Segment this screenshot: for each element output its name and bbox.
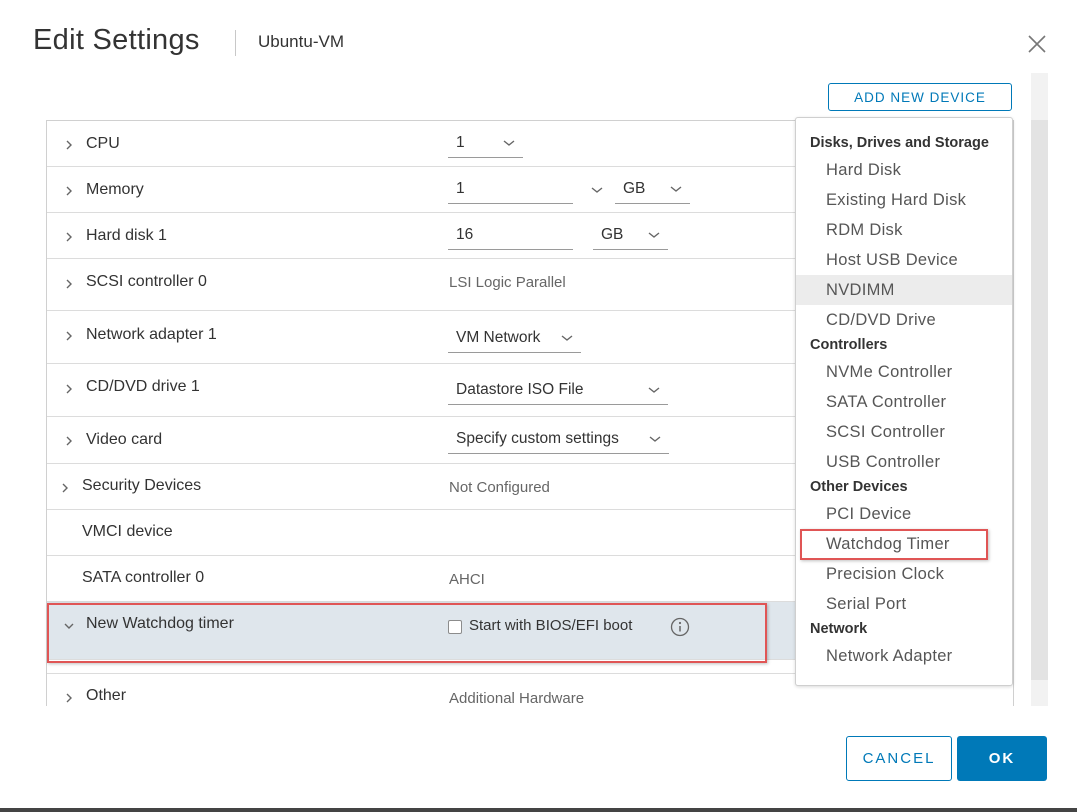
window-bottom-edge (0, 808, 1077, 812)
add-new-device-button[interactable]: ADD NEW DEVICE (828, 83, 1012, 111)
hard-disk-size-input[interactable]: 16 (448, 224, 573, 250)
menu-item-existing-hard-disk[interactable]: Existing Hard Disk (796, 185, 1012, 215)
menu-item-sata-controller[interactable]: SATA Controller (796, 387, 1012, 417)
title-divider (235, 30, 236, 56)
row-value: Additional Hardware (449, 690, 585, 706)
memory-unit-select[interactable]: GB (615, 178, 690, 204)
chevron-right-icon[interactable] (61, 328, 77, 344)
row-label: Memory (86, 181, 144, 198)
dropdown-heading: Other Devices (810, 479, 908, 495)
dropdown-heading: Disks, Drives and Storage (810, 135, 989, 151)
chevron-down-icon[interactable] (590, 185, 604, 195)
add-device-dropdown: Disks, Drives and Storage Hard Disk Exis… (795, 117, 1013, 686)
select-value: Datastore ISO File (456, 381, 584, 398)
menu-item-network-adapter[interactable]: Network Adapter (796, 641, 1012, 671)
row-label: Hard disk 1 (86, 227, 167, 244)
cd-dvd-select[interactable]: Datastore ISO File (448, 379, 668, 405)
row-label: SATA controller 0 (82, 569, 205, 586)
input-value: 16 (456, 226, 474, 243)
chevron-down-icon (503, 140, 515, 146)
menu-item-serial-port[interactable]: Serial Port (796, 589, 1012, 619)
menu-item-usb-controller[interactable]: USB Controller (796, 447, 1012, 477)
hard-disk-unit-select[interactable]: GB (593, 224, 668, 250)
select-value: VM Network (456, 329, 541, 346)
close-icon[interactable] (1026, 33, 1048, 55)
select-value: 1 (456, 134, 465, 151)
chevron-right-icon[interactable] (61, 690, 77, 706)
row-value: AHCI (449, 571, 485, 588)
menu-item-hard-disk[interactable]: Hard Disk (796, 155, 1012, 185)
row-label: Security Devices (82, 477, 202, 494)
dropdown-heading: Network (810, 621, 868, 637)
highlight-box-watchdog-menu-item (800, 529, 988, 560)
chevron-right-icon[interactable] (61, 137, 77, 153)
input-value: 1 (456, 180, 465, 197)
chevron-right-icon[interactable] (61, 229, 77, 245)
chevron-down-icon (648, 387, 660, 393)
memory-input[interactable]: 1 (448, 178, 573, 204)
menu-item-rdm-disk[interactable]: RDM Disk (796, 215, 1012, 245)
chevron-right-icon[interactable] (61, 183, 77, 199)
menu-item-scsi-controller[interactable]: SCSI Controller (796, 417, 1012, 447)
chevron-down-icon (670, 186, 682, 192)
scrollbar-thumb[interactable] (1031, 120, 1048, 680)
chevron-right-icon[interactable] (57, 480, 73, 496)
dropdown-heading: Controllers (810, 337, 888, 353)
chevron-down-icon (649, 436, 661, 442)
cpu-select[interactable]: 1 (448, 132, 523, 158)
row-label: VMCI device (82, 523, 173, 540)
chevron-right-icon[interactable] (61, 276, 77, 292)
row-value: Not Configured (449, 479, 550, 496)
ok-button[interactable]: OK (957, 736, 1047, 781)
dialog-title: Edit Settings (33, 24, 200, 56)
chevron-right-icon[interactable] (61, 433, 77, 449)
row-label: Network adapter 1 (86, 326, 217, 343)
select-value: GB (623, 180, 646, 197)
menu-item-pci-device[interactable]: PCI Device (796, 499, 1012, 529)
menu-item-nvdimm[interactable]: NVDIMM (796, 275, 1012, 305)
row-label: Video card (86, 431, 163, 448)
vm-name: Ubuntu-VM (258, 32, 344, 51)
row-label: CPU (86, 135, 120, 152)
chevron-right-icon[interactable] (61, 381, 77, 397)
row-value: LSI Logic Parallel (449, 274, 566, 291)
menu-item-host-usb-device[interactable]: Host USB Device (796, 245, 1012, 275)
cancel-button[interactable]: CANCEL (846, 736, 952, 781)
chevron-down-icon (648, 232, 660, 238)
row-label: SCSI controller 0 (86, 273, 207, 290)
select-value: GB (601, 226, 624, 243)
menu-item-precision-clock[interactable]: Precision Clock (796, 559, 1012, 589)
highlight-box-watchdog-row (47, 603, 767, 663)
menu-item-nvme-controller[interactable]: NVMe Controller (796, 357, 1012, 387)
row-label: Other (86, 687, 127, 704)
network-select[interactable]: VM Network (448, 327, 581, 353)
chevron-down-icon (561, 335, 573, 341)
row-label: CD/DVD drive 1 (86, 378, 200, 395)
video-card-select[interactable]: Specify custom settings (448, 428, 669, 454)
select-value: Specify custom settings (456, 430, 619, 447)
menu-item-cd-dvd-drive[interactable]: CD/DVD Drive (796, 305, 1012, 335)
